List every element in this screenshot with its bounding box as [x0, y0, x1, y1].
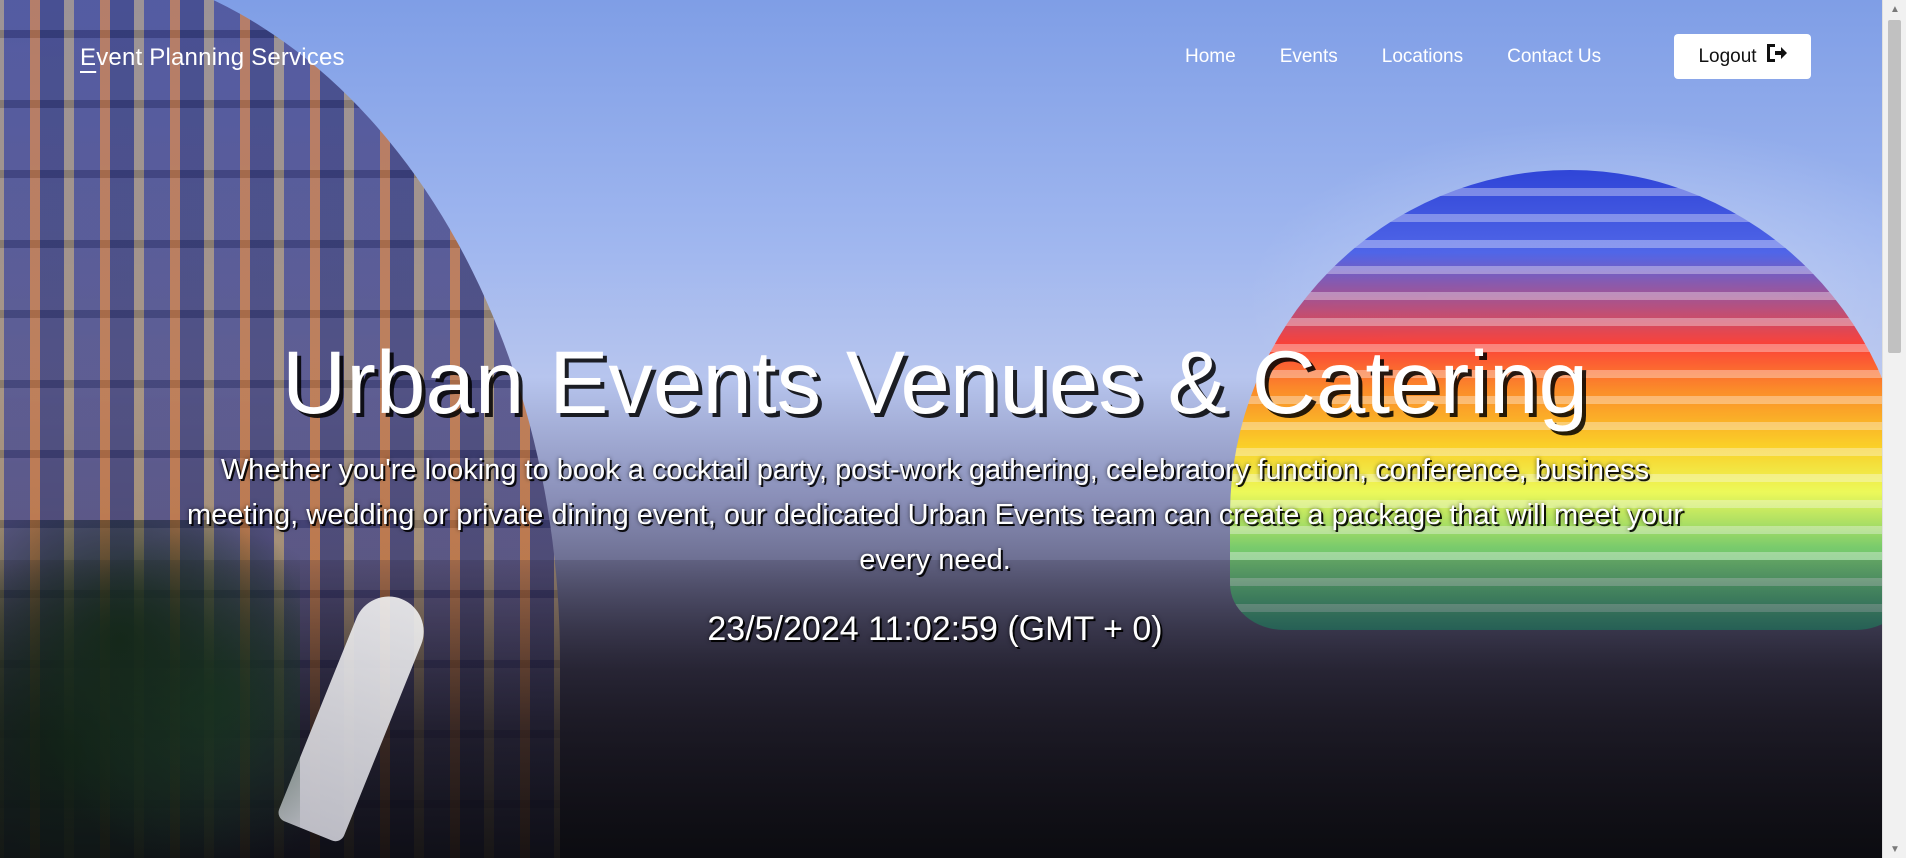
page: Event Planning Services Home Events Loca…: [0, 0, 1906, 858]
hero-section: Urban Events Venues & Catering Whether y…: [170, 330, 1700, 651]
nav-link-home[interactable]: Home: [1185, 46, 1236, 68]
brand-text-rest: vent Planning Services: [96, 44, 345, 71]
logout-button[interactable]: Logout: [1674, 34, 1811, 79]
scroll-up-arrow-icon[interactable]: ▲: [1883, 0, 1906, 18]
brand-link[interactable]: Event Planning Services: [80, 44, 345, 72]
nav-links: Home Events Locations Contact Us: [1185, 46, 1645, 68]
scroll-down-arrow-icon[interactable]: ▼: [1883, 840, 1906, 858]
navbar: Event Planning Services Home Events Loca…: [0, 0, 1882, 110]
nav-link-events[interactable]: Events: [1280, 46, 1338, 68]
nav-link-locations[interactable]: Locations: [1382, 46, 1463, 68]
hero-title: Urban Events Venues & Catering: [281, 332, 1589, 432]
nav-link-contact-us[interactable]: Contact Us: [1507, 46, 1601, 68]
hero-description: Whether you're looking to book a cocktai…: [187, 454, 1683, 576]
logout-label: Logout: [1698, 45, 1757, 67]
scrollbar-thumb[interactable]: [1888, 20, 1901, 353]
vertical-scrollbar[interactable]: ▲ ▼: [1882, 0, 1906, 858]
sign-out-icon: [1763, 43, 1787, 71]
hero-clock: 23/5/2024 11:02:59 (GMT + 0): [707, 610, 1163, 648]
brand-first-letter: E: [80, 44, 97, 71]
